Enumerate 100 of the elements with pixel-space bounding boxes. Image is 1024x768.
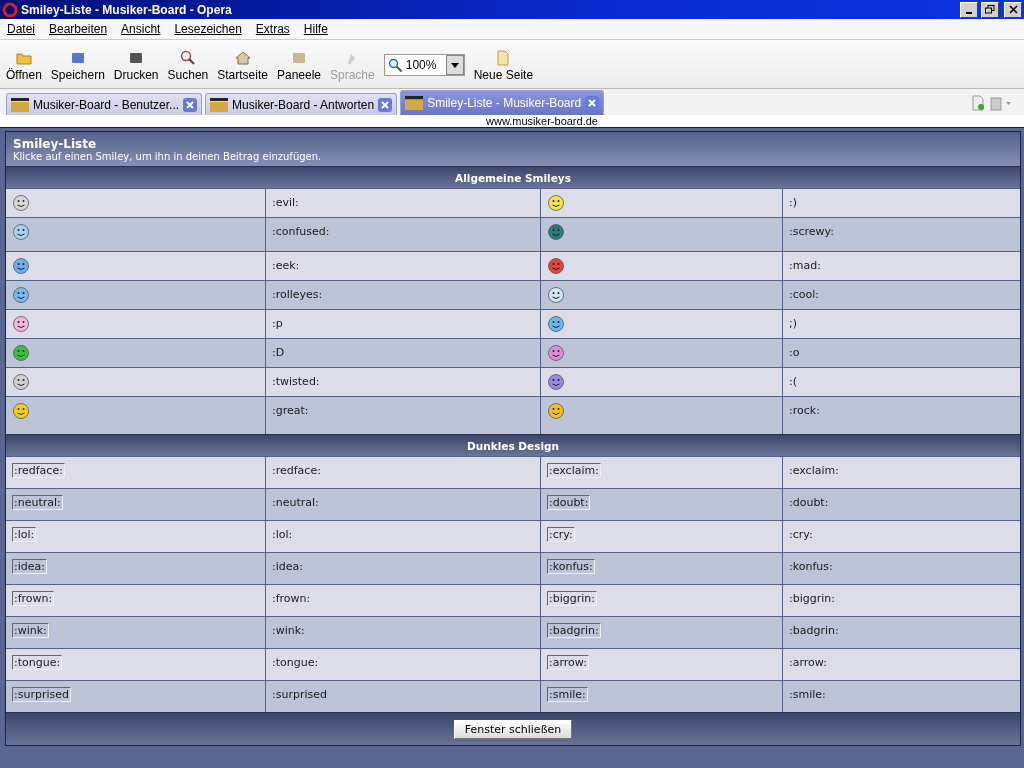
image-alt-text[interactable]: :redface: (12, 463, 65, 478)
image-alt-text[interactable]: :exclaim: (547, 463, 601, 478)
smiley-icon[interactable] (12, 194, 30, 212)
smiley-code: :konfus: (789, 560, 833, 573)
smiley-code: :D (272, 346, 285, 359)
section-header: Allgemeine Smileys (6, 166, 1020, 188)
smiley-icon[interactable] (12, 257, 30, 275)
image-alt-text[interactable]: :arrow: (547, 655, 589, 670)
menu-item[interactable]: Hilfe (303, 22, 328, 36)
caret-icon (450, 62, 459, 68)
image-alt-text[interactable]: :surprised (12, 687, 71, 702)
smiley-icon[interactable] (547, 344, 565, 362)
image-alt-text[interactable]: :cry: (547, 527, 575, 542)
page-icon (495, 50, 512, 66)
browser-tab[interactable]: Musiker-Board - Antworten (205, 93, 398, 115)
image-alt-text[interactable]: :doubt: (547, 495, 591, 510)
app-logo-icon (2, 1, 18, 18)
image-alt-text[interactable]: :tongue: (12, 655, 63, 670)
close-icon (588, 99, 597, 107)
menu-item[interactable]: Datei (7, 22, 35, 36)
search-icon (179, 50, 196, 66)
image-alt-text[interactable]: :neutral: (12, 495, 63, 510)
close-button[interactable] (1004, 1, 1022, 18)
toolbar-button[interactable]: Startseite (217, 50, 268, 82)
zoom-icon (387, 58, 402, 72)
menu-item[interactable]: Lesezeichen (174, 22, 242, 36)
minimize-button[interactable] (960, 1, 978, 18)
dropdown-button[interactable] (445, 55, 464, 75)
image-alt-text[interactable]: :smile: (547, 687, 588, 702)
smiley-icon[interactable] (547, 373, 565, 391)
smiley-icon[interactable] (547, 315, 565, 333)
image-alt-text[interactable]: :idea: (12, 559, 47, 574)
smiley-icon[interactable] (547, 402, 565, 420)
smiley-icon[interactable] (12, 373, 30, 391)
smiley-code: :cool: (789, 288, 819, 301)
image-alt-text[interactable]: :badgrin: (547, 623, 601, 638)
toolbar-button[interactable]: Drucken (113, 50, 159, 82)
smiley-code: :( (789, 375, 797, 388)
smiley-icon[interactable] (12, 286, 30, 304)
image-alt-text[interactable]: :lol: (12, 527, 37, 542)
smiley-code: :great: (272, 404, 309, 417)
image-alt-text[interactable]: :frown: (12, 591, 55, 606)
image-alt-text[interactable]: :biggrin: (547, 591, 597, 606)
smiley-icon[interactable] (12, 344, 30, 362)
home-icon (234, 50, 251, 66)
smiley-code: :rolleyes: (272, 288, 323, 301)
site-icon (405, 96, 424, 110)
zoom-field[interactable]: 100% (383, 54, 465, 76)
smiley-code: :eek: (272, 259, 300, 272)
image-alt-text[interactable]: :konfus: (547, 559, 595, 574)
menu-item[interactable]: Ansicht (121, 22, 161, 36)
site-icon (11, 97, 29, 112)
toolbar-button[interactable]: Öffnen (6, 50, 42, 82)
smiley-code: :redface: (272, 464, 321, 477)
menu-item[interactable]: Bearbeiten (49, 22, 108, 36)
smiley-icon[interactable] (547, 257, 565, 275)
smiley-icon[interactable] (547, 286, 565, 304)
toolbar-button[interactable]: Speichern (50, 50, 105, 82)
smiley-code: :frown: (272, 592, 311, 605)
close-icon (381, 100, 390, 109)
browser-tab[interactable]: Musiker-Board - Benutzer... (6, 93, 203, 115)
site-icon (210, 97, 229, 112)
add-page-icon[interactable] (971, 95, 985, 111)
close-icon (1008, 5, 1018, 14)
smiley-icon[interactable] (12, 315, 30, 333)
smiley-code: :badgrin: (789, 624, 839, 637)
tab-close-button[interactable] (585, 96, 600, 110)
smiley-icon[interactable] (12, 402, 30, 420)
toolbar-button[interactable]: Paneele (276, 50, 321, 82)
folder-icon (15, 50, 32, 66)
smiley-icon[interactable] (547, 194, 565, 212)
image-alt-text[interactable]: :wink: (12, 623, 49, 638)
smiley-code: ;) (789, 317, 797, 330)
menu-item[interactable]: Extras (255, 22, 290, 36)
smiley-code: :p (272, 317, 283, 330)
smiley-code: :cry: (789, 528, 813, 541)
smiley-code: :doubt: (789, 496, 829, 509)
smiley-code: :wink: (272, 624, 305, 637)
smiley-code: :o (789, 346, 800, 359)
toolbar-button[interactable]: Neue Seite (473, 50, 534, 82)
smiley-icon[interactable] (547, 223, 565, 241)
smiley-icon[interactable] (12, 223, 30, 241)
smiley-code: :mad: (789, 259, 821, 272)
page-title: Smiley-Liste (13, 137, 98, 151)
restore-button[interactable] (981, 1, 999, 18)
smiley-code: :rock: (789, 404, 820, 417)
smiley-code: :tongue: (272, 656, 319, 669)
smiley-code: :neutral: (272, 496, 319, 509)
tab-close-button[interactable] (183, 97, 198, 112)
smiley-code: :confused: (272, 225, 330, 238)
page-subtitle: Klicke auf einen Smiley, um ihn in deinen Beitrag einzufügen. (13, 151, 323, 162)
smiley-code: :exclaim: (789, 464, 839, 477)
smiley-code: :screwy: (789, 225, 834, 238)
smiley-code: :idea: (272, 560, 303, 573)
smiley-code: :biggrin: (789, 592, 835, 605)
window-title: Smiley-Liste - Musiker-Board - Opera (21, 2, 233, 17)
tab-close-button[interactable] (378, 97, 393, 112)
toolbar-button[interactable]: Suchen (167, 50, 209, 82)
close-window-button[interactable]: Fenster schließen (453, 719, 573, 739)
smiley-code: :surprised (272, 688, 327, 701)
